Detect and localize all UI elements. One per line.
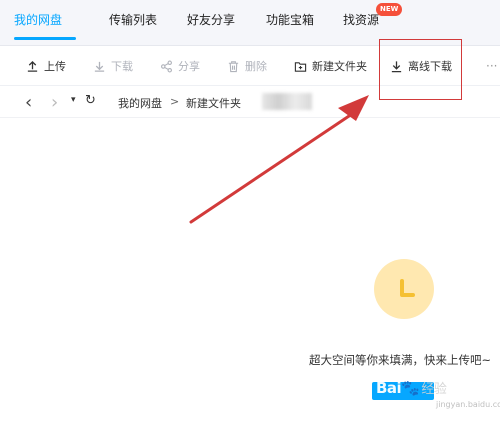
watermark-url: jingyan.baidu.com [436, 400, 500, 409]
baidu-watermark: Bai🐾 经验 [376, 378, 447, 397]
annotation-highlight-box [379, 39, 462, 100]
tab-friend-share[interactable]: 好友分享 [187, 11, 235, 31]
download-button[interactable]: 下载 [93, 58, 133, 74]
paw-icon: 🐾 [401, 379, 420, 397]
tab-feature-box[interactable]: 功能宝箱 [266, 11, 314, 31]
share-icon [161, 60, 172, 72]
share-label: 分享 [178, 60, 200, 73]
forward-button[interactable]: › [51, 92, 58, 113]
upload-label: 上传 [44, 60, 66, 73]
clock-icon [374, 259, 434, 319]
breadcrumb-separator: > [170, 95, 180, 108]
new-folder-button[interactable]: 新建文件夹 [294, 58, 367, 74]
new-folder-icon [294, 61, 307, 72]
delete-button[interactable]: 删除 [227, 58, 267, 74]
back-button[interactable]: ‹ [25, 92, 32, 113]
breadcrumb-root[interactable]: 我的网盘 [118, 95, 162, 111]
watermark-brand: Bai [376, 379, 402, 397]
tab-find-resources[interactable]: 找资源 [343, 11, 379, 31]
breadcrumb-current[interactable]: 新建文件夹 [186, 95, 241, 111]
upload-button[interactable]: 上传 [26, 58, 66, 74]
delete-label: 删除 [245, 60, 267, 73]
refresh-button[interactable]: ↻ [85, 93, 96, 109]
new-badge: NEW [376, 3, 403, 16]
tab-transfer-list[interactable]: 传输列表 [109, 11, 157, 31]
download-icon [94, 61, 105, 72]
download-label: 下载 [111, 60, 133, 73]
new-folder-label: 新建文件夹 [312, 60, 367, 73]
more-button[interactable]: ··· [486, 59, 497, 73]
share-button[interactable]: 分享 [160, 58, 200, 74]
history-dropdown[interactable]: ▾ [71, 95, 76, 111]
blurred-redaction [262, 93, 312, 110]
empty-state-message: 超大空间等你来填满，快来上传吧~ [309, 353, 492, 367]
tab-my-netdisk[interactable]: 我的网盘 [14, 11, 62, 31]
active-tab-indicator [14, 37, 76, 40]
watermark-suffix: 经验 [421, 382, 447, 397]
upload-icon [27, 60, 38, 72]
trash-icon [228, 60, 239, 72]
